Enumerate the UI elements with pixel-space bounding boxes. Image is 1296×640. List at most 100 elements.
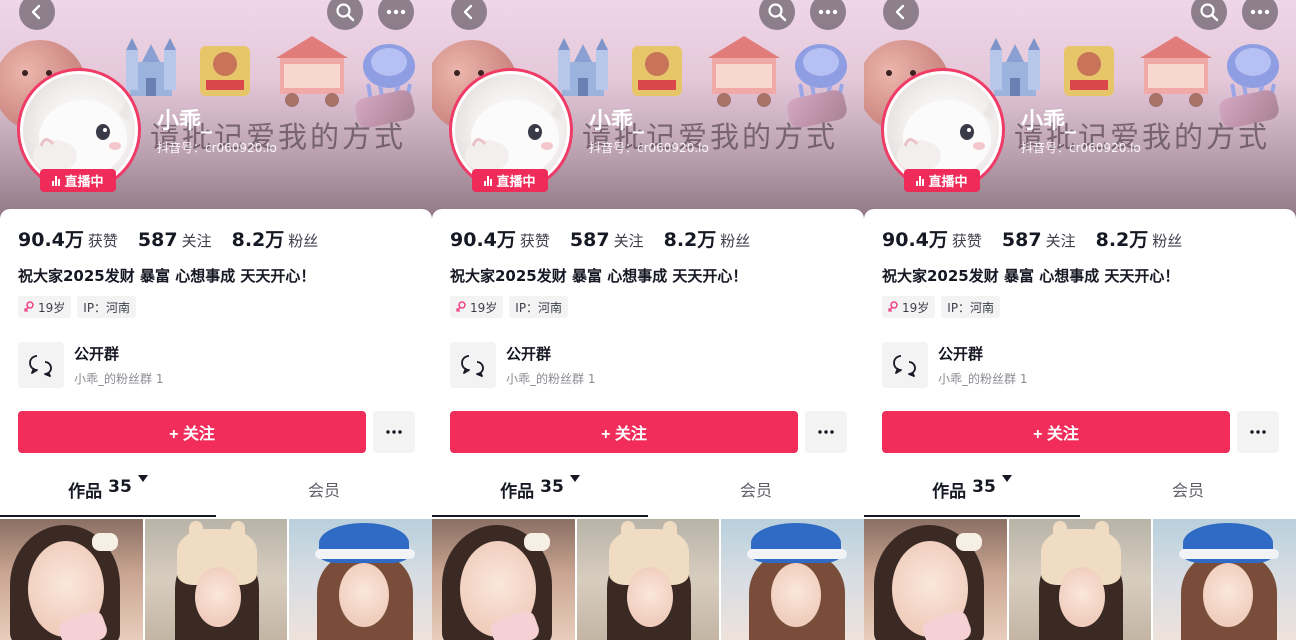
profile-banner: 请批记爱我的方式 直播中 小乖_ 抖音号：cr060920.lo <box>0 0 432 225</box>
tab-works[interactable]: 作品 35 <box>864 475 1080 519</box>
follow-button[interactable]: + 关注 <box>882 411 1230 453</box>
stat-followers[interactable]: 8.2万 粉丝 <box>664 225 751 252</box>
video-thumbnail[interactable] <box>1008 519 1152 640</box>
live-bars-icon <box>52 175 61 186</box>
stat-likes-label: 获赞 <box>951 232 982 250</box>
stat-likes[interactable]: 90.4万 获赞 <box>18 225 118 252</box>
stat-followers[interactable]: 8.2万 粉丝 <box>1096 225 1183 252</box>
back-button[interactable] <box>883 0 919 30</box>
group-chat-icon <box>29 355 52 377</box>
tab-works[interactable]: 作品 35 <box>432 475 648 519</box>
tab-active-indicator <box>432 515 648 517</box>
tab-member-label: 会员 <box>1171 481 1204 500</box>
female-icon <box>456 301 466 312</box>
age-tag-label: 19岁 <box>902 300 930 315</box>
stat-following[interactable]: 587 关注 <box>570 229 644 251</box>
profile-nickname: 小乖_ <box>1021 109 1077 134</box>
video-thumbnail[interactable] <box>0 519 143 640</box>
more-icon <box>386 9 406 15</box>
search-button[interactable] <box>327 0 363 30</box>
profile-tabs: 作品 35 会员 <box>432 475 864 519</box>
follow-button[interactable]: + 关注 <box>18 411 366 453</box>
fan-group-subtitle: 小乖_的粉丝群 1 <box>74 372 164 386</box>
stat-following-number: 587 <box>1001 229 1042 251</box>
stat-followers-label: 粉丝 <box>288 232 319 250</box>
video-thumbnail[interactable] <box>1153 519 1296 640</box>
fan-group-entry[interactable]: 公开群 小乖_的粉丝群 1 <box>18 342 163 388</box>
ip-tag: IP：河南 <box>77 296 137 318</box>
profile-banner: 请批记爱我的方式 直播中 小乖_ 抖音号：cr060920.lo <box>864 0 1296 225</box>
tab-active-indicator <box>864 515 1080 517</box>
video-thumbnail[interactable] <box>144 519 288 640</box>
fan-group-text: 公开群 小乖_的粉丝群 1 <box>938 343 1027 387</box>
video-thumbnail[interactable] <box>576 519 720 640</box>
female-icon <box>888 301 898 312</box>
profile-tags: 19岁 IP：河南 <box>18 296 137 318</box>
live-badge[interactable]: 直播中 <box>472 169 548 192</box>
follow-more-button[interactable] <box>1237 411 1279 453</box>
fan-group-text: 公开群 小乖_的粉丝群 1 <box>74 343 163 387</box>
age-tag: 19岁 <box>450 296 504 318</box>
stat-following[interactable]: 587 关注 <box>138 229 212 251</box>
female-icon <box>24 301 34 312</box>
ip-tag-label: IP：河南 <box>83 300 131 315</box>
stat-followers-label: 粉丝 <box>1152 232 1183 250</box>
stat-likes[interactable]: 90.4万 获赞 <box>882 225 982 252</box>
dropdown-caret-icon[interactable] <box>569 475 580 482</box>
stat-following[interactable]: 587 关注 <box>1002 229 1076 251</box>
stat-likes[interactable]: 90.4万 获赞 <box>450 225 550 252</box>
more-options-button[interactable] <box>378 0 414 30</box>
back-button[interactable] <box>19 0 55 30</box>
tab-works-count: 35 <box>540 477 564 497</box>
more-icon <box>1250 430 1266 434</box>
stat-likes-number: 90.4万 <box>882 229 948 251</box>
more-icon <box>818 9 838 15</box>
dropdown-caret-icon[interactable] <box>137 475 148 482</box>
group-chat-icon <box>893 355 916 377</box>
tab-works-count: 35 <box>108 477 132 497</box>
profile-account-id: 抖音号：cr060920.lo <box>157 141 277 155</box>
tab-works-label: 作品 <box>500 482 535 502</box>
banner-sticker-castle <box>558 38 608 96</box>
group-chat-icon-box <box>882 342 928 388</box>
banner-sticker-castle <box>990 38 1040 96</box>
stat-following-number: 587 <box>137 229 178 251</box>
banner-sticker-castle <box>126 38 176 96</box>
profile-tabs: 作品 35 会员 <box>0 475 432 519</box>
follow-more-button[interactable] <box>805 411 847 453</box>
age-tag-label: 19岁 <box>470 300 498 315</box>
ip-tag: IP：河南 <box>941 296 1001 318</box>
more-options-button[interactable] <box>1242 0 1278 30</box>
video-thumbnail[interactable] <box>864 519 1007 640</box>
live-bars-icon <box>484 175 493 186</box>
video-thumbnail[interactable] <box>432 519 575 640</box>
follow-button[interactable]: + 关注 <box>450 411 798 453</box>
dropdown-caret-icon[interactable] <box>1001 475 1012 482</box>
tab-member-label: 会员 <box>307 481 340 500</box>
more-options-button[interactable] <box>810 0 846 30</box>
video-thumbnail[interactable] <box>289 519 432 640</box>
tab-works[interactable]: 作品 35 <box>0 475 216 519</box>
follow-more-button[interactable] <box>373 411 415 453</box>
back-button[interactable] <box>451 0 487 30</box>
fan-group-title: 公开群 <box>938 345 984 363</box>
more-icon <box>1250 9 1270 15</box>
video-thumbnail[interactable] <box>721 519 864 640</box>
profile-bio: 祝大家2025发财 暴富 心想事成 天天开心！ <box>18 267 316 285</box>
profile-panel-3: 请批记爱我的方式 直播中 小乖_ 抖音号：cr060920.lo 90.4万 获… <box>864 0 1296 640</box>
stat-followers[interactable]: 8.2万 粉丝 <box>232 225 319 252</box>
tab-member[interactable]: 会员 <box>216 477 432 519</box>
tab-member[interactable]: 会员 <box>1080 477 1296 519</box>
age-tag-label: 19岁 <box>38 300 66 315</box>
search-button[interactable] <box>759 0 795 30</box>
profile-panel-1: 请批记爱我的方式 直播中 小乖_ 抖音号：cr060920.lo 90.4万 获… <box>0 0 432 640</box>
live-badge[interactable]: 直播中 <box>40 169 116 192</box>
tab-works-label: 作品 <box>932 482 967 502</box>
fan-group-entry[interactable]: 公开群 小乖_的粉丝群 1 <box>882 342 1027 388</box>
live-badge[interactable]: 直播中 <box>904 169 980 192</box>
search-button[interactable] <box>1191 0 1227 30</box>
profile-tabs: 作品 35 会员 <box>864 475 1296 519</box>
tab-member[interactable]: 会员 <box>648 477 864 519</box>
profile-nickname: 小乖_ <box>157 109 213 134</box>
fan-group-entry[interactable]: 公开群 小乖_的粉丝群 1 <box>450 342 595 388</box>
